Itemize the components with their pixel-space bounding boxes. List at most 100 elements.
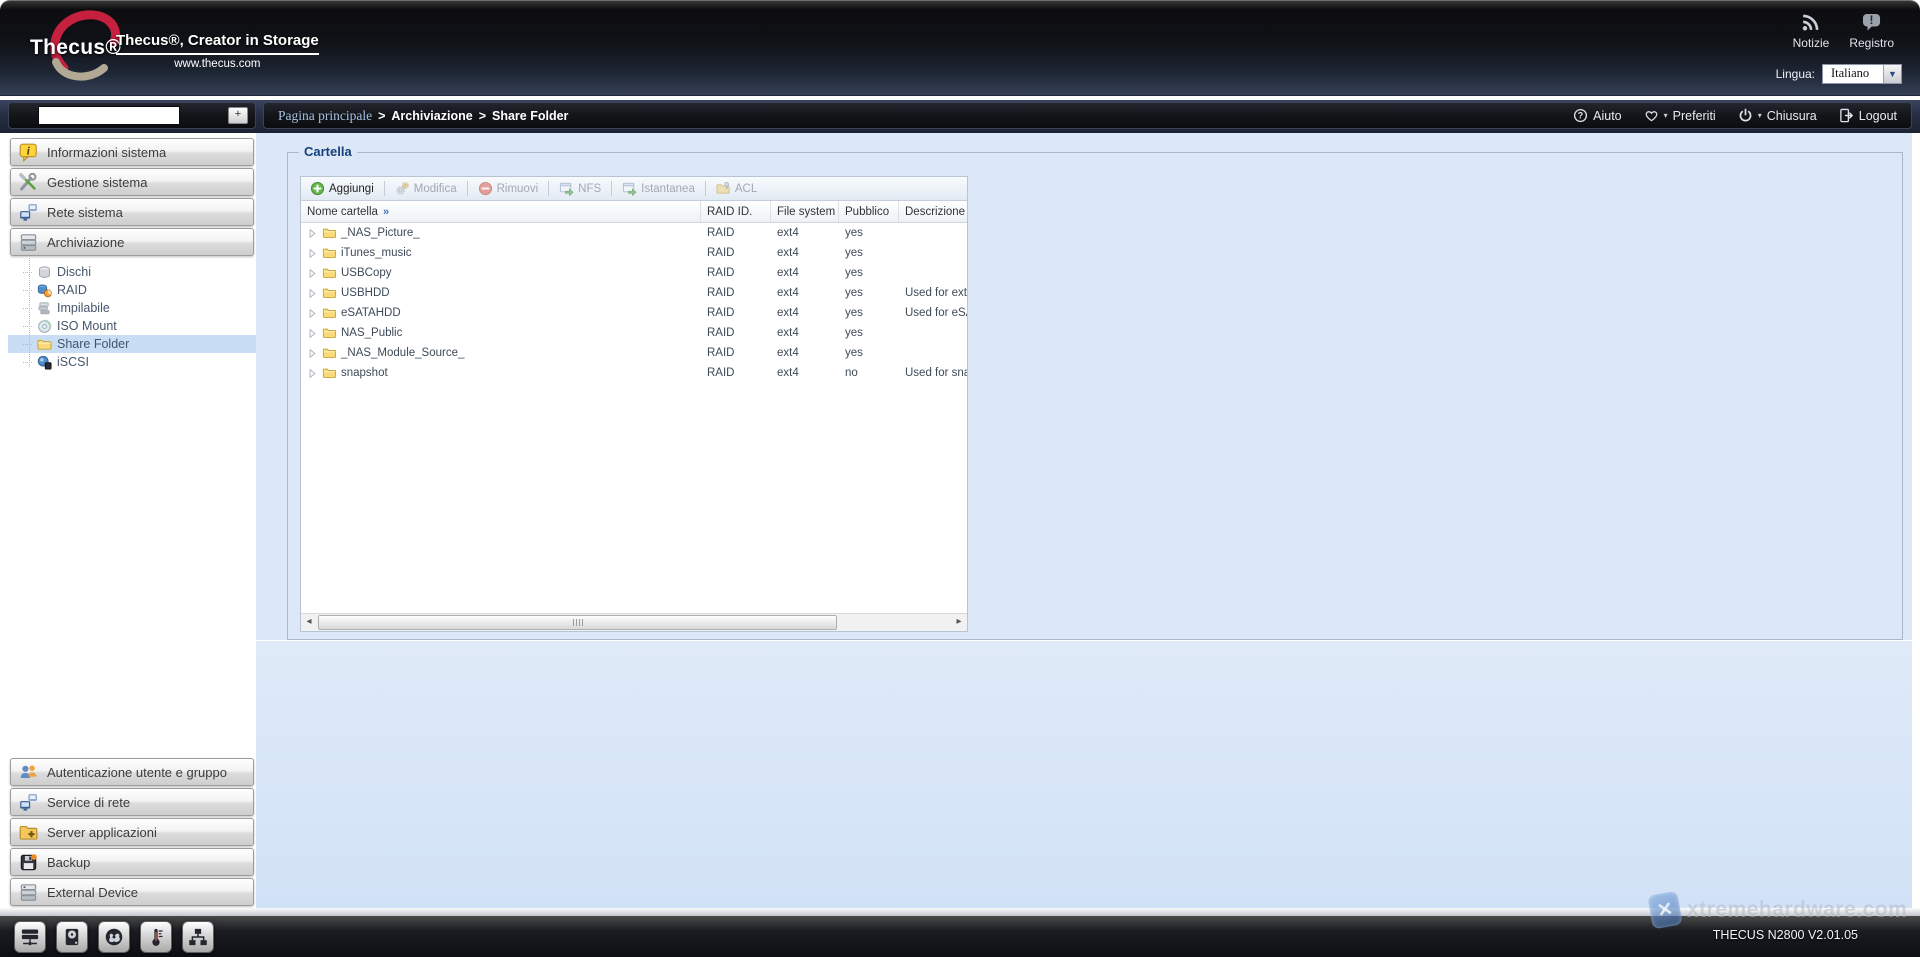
action-aiuto[interactable]: ?Aiuto <box>1573 108 1622 123</box>
action-chiusura[interactable]: ▾ Chiusura <box>1738 108 1817 123</box>
expander-icon <box>307 288 318 299</box>
breadcrumb-share-folder: Share Folder <box>492 109 568 123</box>
sidebar-group-rete-sistema[interactable]: Rete sistema <box>10 198 254 226</box>
breadcrumb-actions: ?Aiuto ▾Preferiti ▾ Chiusura Logout <box>1573 108 1897 123</box>
storage-icon <box>19 233 38 252</box>
sidebar-group-label: External Device <box>47 885 138 900</box>
language-label: Lingua: <box>1776 67 1815 81</box>
fan-icon <box>104 927 124 947</box>
raid-id-cell: RAID <box>701 303 771 323</box>
snapshot-icon <box>622 181 637 196</box>
sidebar-item-iso-mount[interactable]: ISO Mount <box>8 317 256 335</box>
breadcrumb: Pagina principale>Archiviazione>Share Fo… <box>278 108 568 124</box>
column-header-nome-cartella[interactable]: Nome cartella» <box>301 201 701 222</box>
sidebar-group-external-device[interactable]: External Device <box>10 878 254 906</box>
breadcrumb-pagina-principale[interactable]: Pagina principale <box>278 108 372 124</box>
server-status-button[interactable] <box>14 921 46 953</box>
sidebar-item-impilabile[interactable]: Impilabile <box>8 299 256 317</box>
search-add-button[interactable]: + <box>228 107 248 124</box>
language-selected-value: Italiano <box>1823 65 1883 83</box>
header-link-notizie[interactable]: Notizie <box>1793 12 1830 50</box>
caret-down-icon: ▾ <box>1758 111 1762 120</box>
scroll-right-arrow[interactable]: ▸ <box>951 614 967 630</box>
grid-toolbar: AggiungiModificaRimuoviNFSIstantaneaACL <box>301 177 967 201</box>
sidebar-group-archiviazione[interactable]: Archiviazione <box>10 228 254 256</box>
sidebar-item-label: Impilabile <box>57 301 110 315</box>
folder-name-cell: NAS_Public <box>301 323 701 343</box>
status-bar: THECUS N2800 V2.01.05 <box>0 916 1920 957</box>
column-header-pubblico[interactable]: Pubblico <box>839 201 899 222</box>
toolbar-button-label: Modifica <box>414 183 457 195</box>
toolbar-button-label: NFS <box>578 183 601 195</box>
table-empty-area <box>301 383 967 613</box>
tree-connector <box>23 290 32 291</box>
folder-name-cell: _NAS_Module_Source_ <box>301 343 701 363</box>
column-header-descrizione[interactable]: Descrizione <box>899 201 967 222</box>
temp-icon <box>146 927 166 947</box>
search-input[interactable] <box>38 106 180 125</box>
sidebar-group-autenticazione-utente-e-gruppo[interactable]: Autenticazione utente e gruppo <box>10 758 254 786</box>
network-icon <box>19 793 38 812</box>
table-row[interactable]: snapshotRAIDext4noUsed for sna <box>301 363 967 383</box>
stack-icon <box>37 301 52 316</box>
action-label: Chiusura <box>1767 109 1817 123</box>
language-row: Lingua: Italiano ▼ <box>1776 64 1902 84</box>
sidebar-item-raid[interactable]: RAID <box>8 281 256 299</box>
sidebar-group-service-di-rete[interactable]: Service di rete <box>10 788 254 816</box>
toolbar-separator <box>611 181 612 196</box>
fan-status-button[interactable] <box>98 921 130 953</box>
thecus-admin-page: Thecus® Thecus®, Creator in Storage www.… <box>0 0 1920 957</box>
folder-name: _NAS_Picture_ <box>341 227 420 239</box>
column-header-raid-id[interactable]: RAID ID. <box>701 201 771 222</box>
table-row[interactable]: USBHDDRAIDext4yesUsed for exte <box>301 283 967 303</box>
raid-id-cell: RAID <box>701 343 771 363</box>
breadcrumb-bar: Pagina principale>Archiviazione>Share Fo… <box>263 102 1912 129</box>
action-label: Preferiti <box>1673 109 1716 123</box>
remove-icon <box>478 181 493 196</box>
brand-tagline-block: Thecus®, Creator in Storage www.thecus.c… <box>116 32 319 70</box>
toolbar-separator <box>467 181 468 196</box>
raid-id-cell: RAID <box>701 283 771 303</box>
public-cell: yes <box>839 323 899 343</box>
toolbar-button-label: Rimuovi <box>497 183 539 195</box>
alert-bubble-icon: ! <box>1861 12 1882 33</box>
sidebar-group-informazioni-sistema[interactable]: iInformazioni sistema <box>10 138 254 166</box>
table-row[interactable]: _NAS_Picture_RAIDext4yes <box>301 223 967 243</box>
main-content: Cartella AggiungiModificaRimuoviNFSIstan… <box>256 133 1912 908</box>
aggiungi-button[interactable]: Aggiungi <box>305 180 379 197</box>
sidebar-item-iscsi[interactable]: iSCSI <box>8 353 256 371</box>
sidebar-item-label: Dischi <box>57 265 91 279</box>
table-row[interactable]: USBCopyRAIDext4yes <box>301 263 967 283</box>
sidebar-spacer <box>8 379 256 756</box>
action-preferiti[interactable]: ▾Preferiti <box>1644 108 1716 123</box>
scrollbar-thumb[interactable] <box>318 615 837 630</box>
file-system-cell: ext4 <box>771 243 839 263</box>
sidebar-group-backup[interactable]: Backup <box>10 848 254 876</box>
table-row[interactable]: _NAS_Module_Source_RAIDext4yes <box>301 343 967 363</box>
sidebar-group-gestione-sistema[interactable]: Gestione sistema <box>10 168 254 196</box>
column-header-file-system[interactable]: File system <box>771 201 839 222</box>
scroll-left-arrow[interactable]: ◂ <box>301 614 317 630</box>
sidebar-group-server-applicazioni[interactable]: Server applicazioni <box>10 818 254 846</box>
column-label: Descrizione <box>905 206 965 218</box>
folder-name-cell: eSATAHDD <box>301 303 701 323</box>
language-select[interactable]: Italiano ▼ <box>1822 64 1902 84</box>
table-row[interactable]: NAS_PublicRAIDext4yes <box>301 323 967 343</box>
disk-status-button[interactable] <box>56 921 88 953</box>
action-logout[interactable]: Logout <box>1839 108 1897 123</box>
apps-icon <box>19 823 38 842</box>
folder-name: _NAS_Module_Source_ <box>341 347 464 359</box>
sidebar-item-share-folder[interactable]: Share Folder <box>8 335 256 353</box>
horizontal-scrollbar[interactable]: ◂ ▸ <box>301 613 967 631</box>
sidebar-item-dischi[interactable]: Dischi <box>8 263 256 281</box>
header-link-registro[interactable]: !Registro <box>1849 12 1894 50</box>
raid-id-cell: RAID <box>701 243 771 263</box>
table-row[interactable]: eSATAHDDRAIDext4yesUsed for eSA <box>301 303 967 323</box>
watermark: ✕ xtremehardware.com <box>1650 893 1907 927</box>
chevron-down-icon[interactable]: ▼ <box>1883 65 1901 83</box>
network-status-button[interactable] <box>182 921 214 953</box>
temperature-status-button[interactable] <box>140 921 172 953</box>
table-row[interactable]: iTunes_musicRAIDext4yes <box>301 243 967 263</box>
folder-name: USBCopy <box>341 267 392 279</box>
raid-id-cell: RAID <box>701 363 771 383</box>
